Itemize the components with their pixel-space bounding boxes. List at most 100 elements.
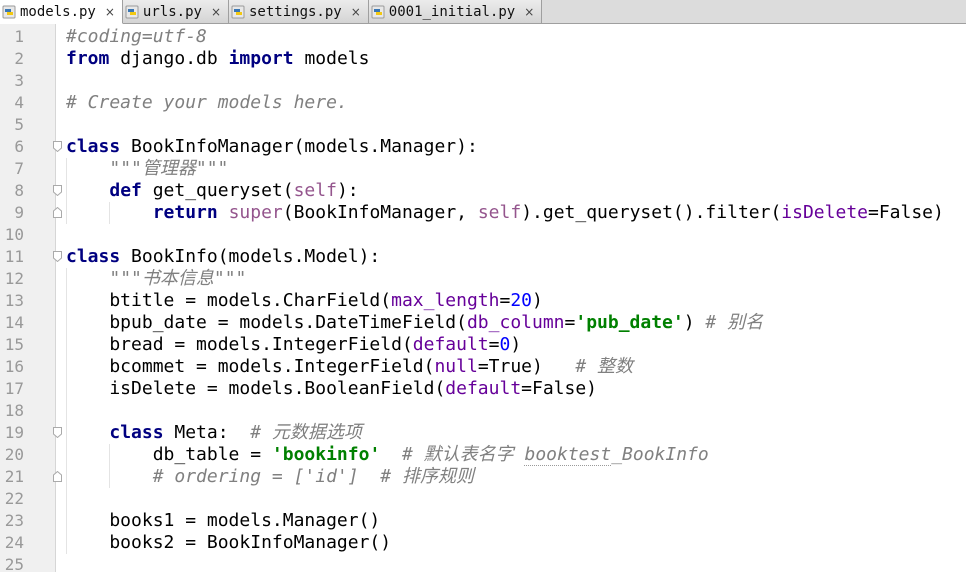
python-file-icon [125, 5, 139, 18]
code-token: btitle = models.CharField( [66, 290, 392, 311]
tab-label: models.py [20, 3, 96, 20]
code-editor[interactable]: 1 #coding=utf-8 2 from django.db import mod… [0, 24, 966, 572]
code-line[interactable]: class Meta: # 元数据选项 [66, 422, 362, 444]
code-line[interactable]: from django.db import models [66, 48, 369, 70]
code-line[interactable]: """书本信息""" [66, 268, 246, 290]
fold-open-icon[interactable] [53, 251, 62, 262]
code-token: return [152, 202, 218, 223]
code-line[interactable]: def get_queryset(self): [66, 180, 359, 202]
code-token: =False) [868, 202, 944, 223]
close-icon[interactable]: × [350, 5, 362, 19]
line-number: 23 [4, 511, 24, 530]
tab-settings-py[interactable]: settings.py × [229, 0, 369, 23]
line-number: 6 [14, 137, 24, 156]
code-line[interactable]: """管理器""" [66, 158, 228, 180]
line-number: 4 [14, 93, 24, 112]
python-file-icon [231, 5, 245, 18]
code-token: from [66, 48, 110, 69]
code-token: # 元数据选项 [250, 422, 362, 443]
line-number: 17 [4, 379, 24, 398]
line-number: 25 [4, 555, 24, 572]
line-number: 18 [4, 401, 24, 420]
tab-label: 0001_initial.py [388, 3, 516, 20]
code-line[interactable]: books2 = BookInfoManager() [66, 532, 391, 554]
code-token: django.db [109, 48, 229, 69]
code-line[interactable]: bread = models.IntegerField(default=0) [66, 334, 521, 356]
line-number: 3 [14, 71, 24, 90]
line-number: 8 [14, 181, 24, 200]
code-token: 'pub_date' [575, 312, 684, 333]
code-line[interactable]: # ordering = ['id'] # 排序规则 [66, 466, 474, 488]
code-token: =True) [477, 356, 576, 377]
code-token: # 别名 [705, 312, 764, 333]
code-token: ) [510, 334, 522, 355]
editor-tab-bar: models.py × urls.py × settings.py × 0001… [0, 0, 966, 24]
line-number: 9 [14, 203, 24, 222]
code-line[interactable]: bpub_date = models.DateTimeField(db_colu… [66, 312, 763, 334]
code-token: = [564, 312, 576, 333]
code-token: BookInfoManager(models.Manager): [120, 136, 478, 157]
line-number: 24 [4, 533, 24, 552]
code-token: db_column [466, 312, 565, 333]
code-token: # 整数 [575, 356, 634, 377]
code-token: isDelete = models.BooleanField( [66, 378, 446, 399]
tab-0001-initial-py[interactable]: 0001_initial.py × [368, 0, 543, 23]
code-token: =False) [521, 378, 598, 399]
code-line[interactable]: #coding=utf-8 [66, 26, 207, 48]
line-number: 16 [4, 357, 24, 376]
code-line[interactable]: return super(BookInfoManager, self).get_… [66, 202, 944, 224]
code-token: class [66, 246, 121, 267]
code-token: bpub_date = models.DateTimeField( [66, 312, 467, 333]
code-token: default [445, 378, 522, 399]
tab-models-py[interactable]: models.py × [0, 0, 123, 24]
code-line[interactable]: # Create your models here. [66, 92, 348, 114]
code-token: ): [336, 180, 359, 201]
code-token: BookInfo(models.Model): [120, 246, 381, 267]
code-token: # ordering = ['id'] # 排序规则 [152, 466, 474, 487]
code-line[interactable]: db_table = 'bookinfo' # 默认表名字 booktest_B… [66, 444, 709, 466]
line-number: 12 [4, 269, 24, 288]
line-number: 11 [4, 247, 24, 266]
close-icon[interactable]: × [523, 5, 535, 19]
code-token: _BookInfo [611, 444, 709, 465]
line-number: 20 [4, 445, 24, 464]
code-token: models [293, 48, 370, 69]
code-token: # Create your models here. [66, 92, 348, 113]
code-token: null [434, 356, 478, 377]
line-number: 7 [14, 159, 24, 178]
fold-open-icon[interactable] [53, 141, 62, 152]
code-line[interactable]: isDelete = models.BooleanField(default=F… [66, 378, 597, 400]
line-number: 5 [14, 115, 24, 134]
line-number: 2 [14, 49, 24, 68]
tab-label: settings.py [249, 3, 342, 20]
code-line[interactable]: class BookInfoManager(models.Manager): [66, 136, 478, 158]
code-line[interactable]: btitle = models.CharField(max_length=20) [66, 290, 543, 312]
close-icon[interactable]: × [104, 5, 116, 19]
code-line[interactable]: bcommet = models.IntegerField(null=True)… [66, 356, 633, 378]
code-line[interactable]: class BookInfo(models.Model): [66, 246, 380, 268]
code-token: books1 = models.Manager() [66, 510, 381, 531]
code-token: 20 [510, 290, 533, 311]
code-token: max_length [391, 290, 500, 311]
close-icon[interactable]: × [210, 5, 222, 19]
code-token: get_queryset( [141, 180, 294, 201]
code-token: # 默认表名字 [401, 444, 525, 465]
fold-end-icon[interactable] [53, 207, 62, 218]
code-token: bread = models.IntegerField( [66, 334, 413, 355]
fold-open-icon[interactable] [53, 427, 62, 438]
fold-open-icon[interactable] [53, 185, 62, 196]
python-file-icon [2, 5, 16, 18]
code-token: books2 = BookInfoManager() [66, 532, 392, 553]
tab-urls-py[interactable]: urls.py × [122, 0, 229, 23]
code-token: default [412, 334, 489, 355]
code-line[interactable]: books1 = models.Manager() [66, 510, 380, 532]
code-token: #coding=utf-8 [66, 26, 207, 47]
fold-end-icon[interactable] [53, 471, 62, 482]
code-token: 'bookinfo' [271, 444, 381, 465]
code-token: """书本信息""" [109, 268, 247, 289]
